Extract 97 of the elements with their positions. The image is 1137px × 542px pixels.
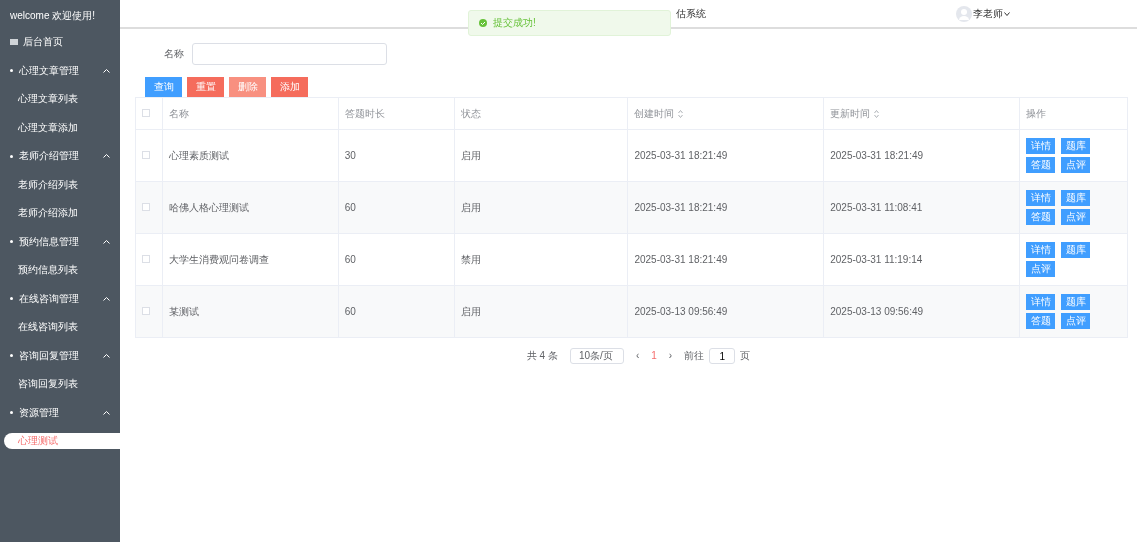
bullet-icon: [10, 411, 13, 415]
sidebar-item[interactable]: 预约信息列表: [0, 256, 120, 285]
row-action-button[interactable]: 点评: [1061, 209, 1090, 225]
table-cell: 2025-03-31 18:21:49: [627, 129, 824, 182]
next-page-button[interactable]: ›: [668, 350, 673, 362]
column-header[interactable]: 更新时间: [830, 107, 871, 120]
field-label: 名称: [164, 48, 184, 60]
table-cell: 禁用: [454, 233, 628, 286]
sidebar-group[interactable]: 在线咨询管理: [19, 292, 79, 305]
chevron-up-icon[interactable]: [103, 154, 110, 159]
row-action-button[interactable]: 详情: [1026, 190, 1055, 206]
chevron-up-icon[interactable]: [103, 68, 110, 73]
bullet-icon: [10, 297, 13, 301]
table-cell: 启用: [454, 129, 628, 182]
avatar-icon[interactable]: [956, 5, 972, 22]
table-cell: 启用: [454, 285, 628, 338]
checkbox[interactable]: [142, 150, 150, 159]
chevron-up-icon[interactable]: [103, 239, 110, 244]
table-cell: 哈佛人格心理测试: [162, 181, 339, 234]
sidebar-item[interactable]: 后台首页: [0, 28, 120, 57]
sidebar-item[interactable]: 老师介绍添加: [0, 199, 120, 228]
toast-message: 提交成功!: [493, 17, 536, 29]
checkbox[interactable]: [142, 202, 150, 211]
table-cell: 心理素质测试: [162, 129, 339, 182]
row-action-button[interactable]: 答题: [1026, 313, 1055, 329]
table-cell: 2025-03-13 09:56:49: [823, 285, 1020, 338]
table-cell: 30: [338, 129, 455, 182]
chevron-up-icon[interactable]: [103, 296, 110, 301]
sidebar-group[interactable]: 资源管理: [19, 406, 59, 419]
table-cell: 2025-03-13 09:56:49: [627, 285, 824, 338]
sidebar-group[interactable]: 心理文章管理: [19, 64, 79, 77]
action-button[interactable]: 重置: [187, 77, 224, 97]
action-button[interactable]: 查询: [145, 77, 182, 97]
bullet-icon: [10, 240, 13, 244]
table-cell: 60: [338, 285, 455, 338]
row-action-button[interactable]: 题库: [1061, 190, 1090, 206]
column-header[interactable]: 创建时间: [634, 107, 675, 120]
table-cell: 2025-03-31 18:21:49: [627, 181, 824, 234]
table-cell: 某测试: [162, 285, 339, 338]
column-header: 答题时长: [344, 107, 385, 120]
checkbox[interactable]: [142, 254, 150, 263]
bullet-icon: [10, 154, 13, 158]
row-action-button[interactable]: 题库: [1061, 294, 1090, 310]
table-cell: 2025-03-31 18:21:49: [627, 233, 824, 286]
sort-icon[interactable]: [678, 109, 684, 118]
row-action-button[interactable]: 点评: [1061, 157, 1090, 173]
check-icon: [479, 19, 487, 27]
row-action-button[interactable]: 点评: [1026, 261, 1055, 277]
row-action-button[interactable]: 答题: [1026, 209, 1055, 225]
user-menu[interactable]: 李老师: [973, 7, 1003, 20]
row-action-button[interactable]: 详情: [1026, 138, 1055, 154]
page-input[interactable]: 1: [709, 348, 736, 364]
sort-icon[interactable]: [874, 109, 880, 118]
total-count: 共 4 条: [526, 350, 558, 362]
sidebar-item[interactable]: 心理文章列表: [0, 85, 120, 114]
row-action-button[interactable]: 详情: [1026, 294, 1055, 310]
chevron-down-icon[interactable]: [1004, 11, 1010, 16]
sidebar-item[interactable]: 心理测试: [4, 433, 120, 449]
action-button[interactable]: 添加: [271, 77, 308, 97]
table-cell: 启用: [454, 181, 628, 234]
table-cell: 2025-03-31 11:08:41: [823, 181, 1020, 234]
chevron-up-icon[interactable]: [103, 353, 110, 358]
row-action-button[interactable]: 题库: [1061, 138, 1090, 154]
checkbox[interactable]: [142, 108, 150, 117]
page-number[interactable]: 1: [651, 350, 657, 362]
checkbox[interactable]: [142, 306, 150, 315]
action-button[interactable]: 删除: [229, 77, 266, 97]
table-cell: 60: [338, 233, 455, 286]
sidebar-group[interactable]: 老师介绍管理: [19, 150, 79, 163]
page-suffix: 页: [740, 350, 751, 362]
monitor-icon: [10, 39, 18, 46]
bullet-icon: [10, 69, 13, 73]
column-header: 操作: [1026, 107, 1046, 120]
sidebar-group[interactable]: 咨询回复管理: [19, 349, 79, 362]
row-action-button[interactable]: 点评: [1061, 313, 1090, 329]
row-action-button[interactable]: 答题: [1026, 157, 1055, 173]
sidebar-item[interactable]: 心理文章添加: [0, 113, 120, 142]
table-cell: 大学生消费观问卷调查: [162, 233, 339, 286]
goto-label: 前往: [684, 350, 705, 362]
sidebar-item[interactable]: 咨询回复列表: [0, 370, 120, 399]
welcome-text: welcome 欢迎使用!: [9, 10, 96, 23]
table-cell: 60: [338, 181, 455, 234]
table-cell: 2025-03-31 11:19:14: [823, 233, 1020, 286]
page-size-select[interactable]: 10条/页: [569, 348, 624, 364]
row-action-button[interactable]: 详情: [1026, 242, 1055, 258]
app-title: 估系统: [676, 7, 706, 20]
prev-page-button[interactable]: ‹: [635, 350, 640, 362]
column-header: 名称: [169, 107, 189, 120]
table-cell: 2025-03-31 18:21:49: [823, 129, 1020, 182]
chevron-up-icon[interactable]: [103, 410, 110, 415]
sidebar-item[interactable]: 在线咨询列表: [0, 313, 120, 342]
row-action-button[interactable]: 题库: [1061, 242, 1090, 258]
bullet-icon: [10, 354, 13, 358]
column-header: 状态: [460, 107, 481, 120]
search-field[interactable]: [192, 43, 387, 65]
sidebar-item[interactable]: 老师介绍列表: [0, 170, 120, 199]
sidebar-group[interactable]: 预约信息管理: [19, 235, 79, 248]
